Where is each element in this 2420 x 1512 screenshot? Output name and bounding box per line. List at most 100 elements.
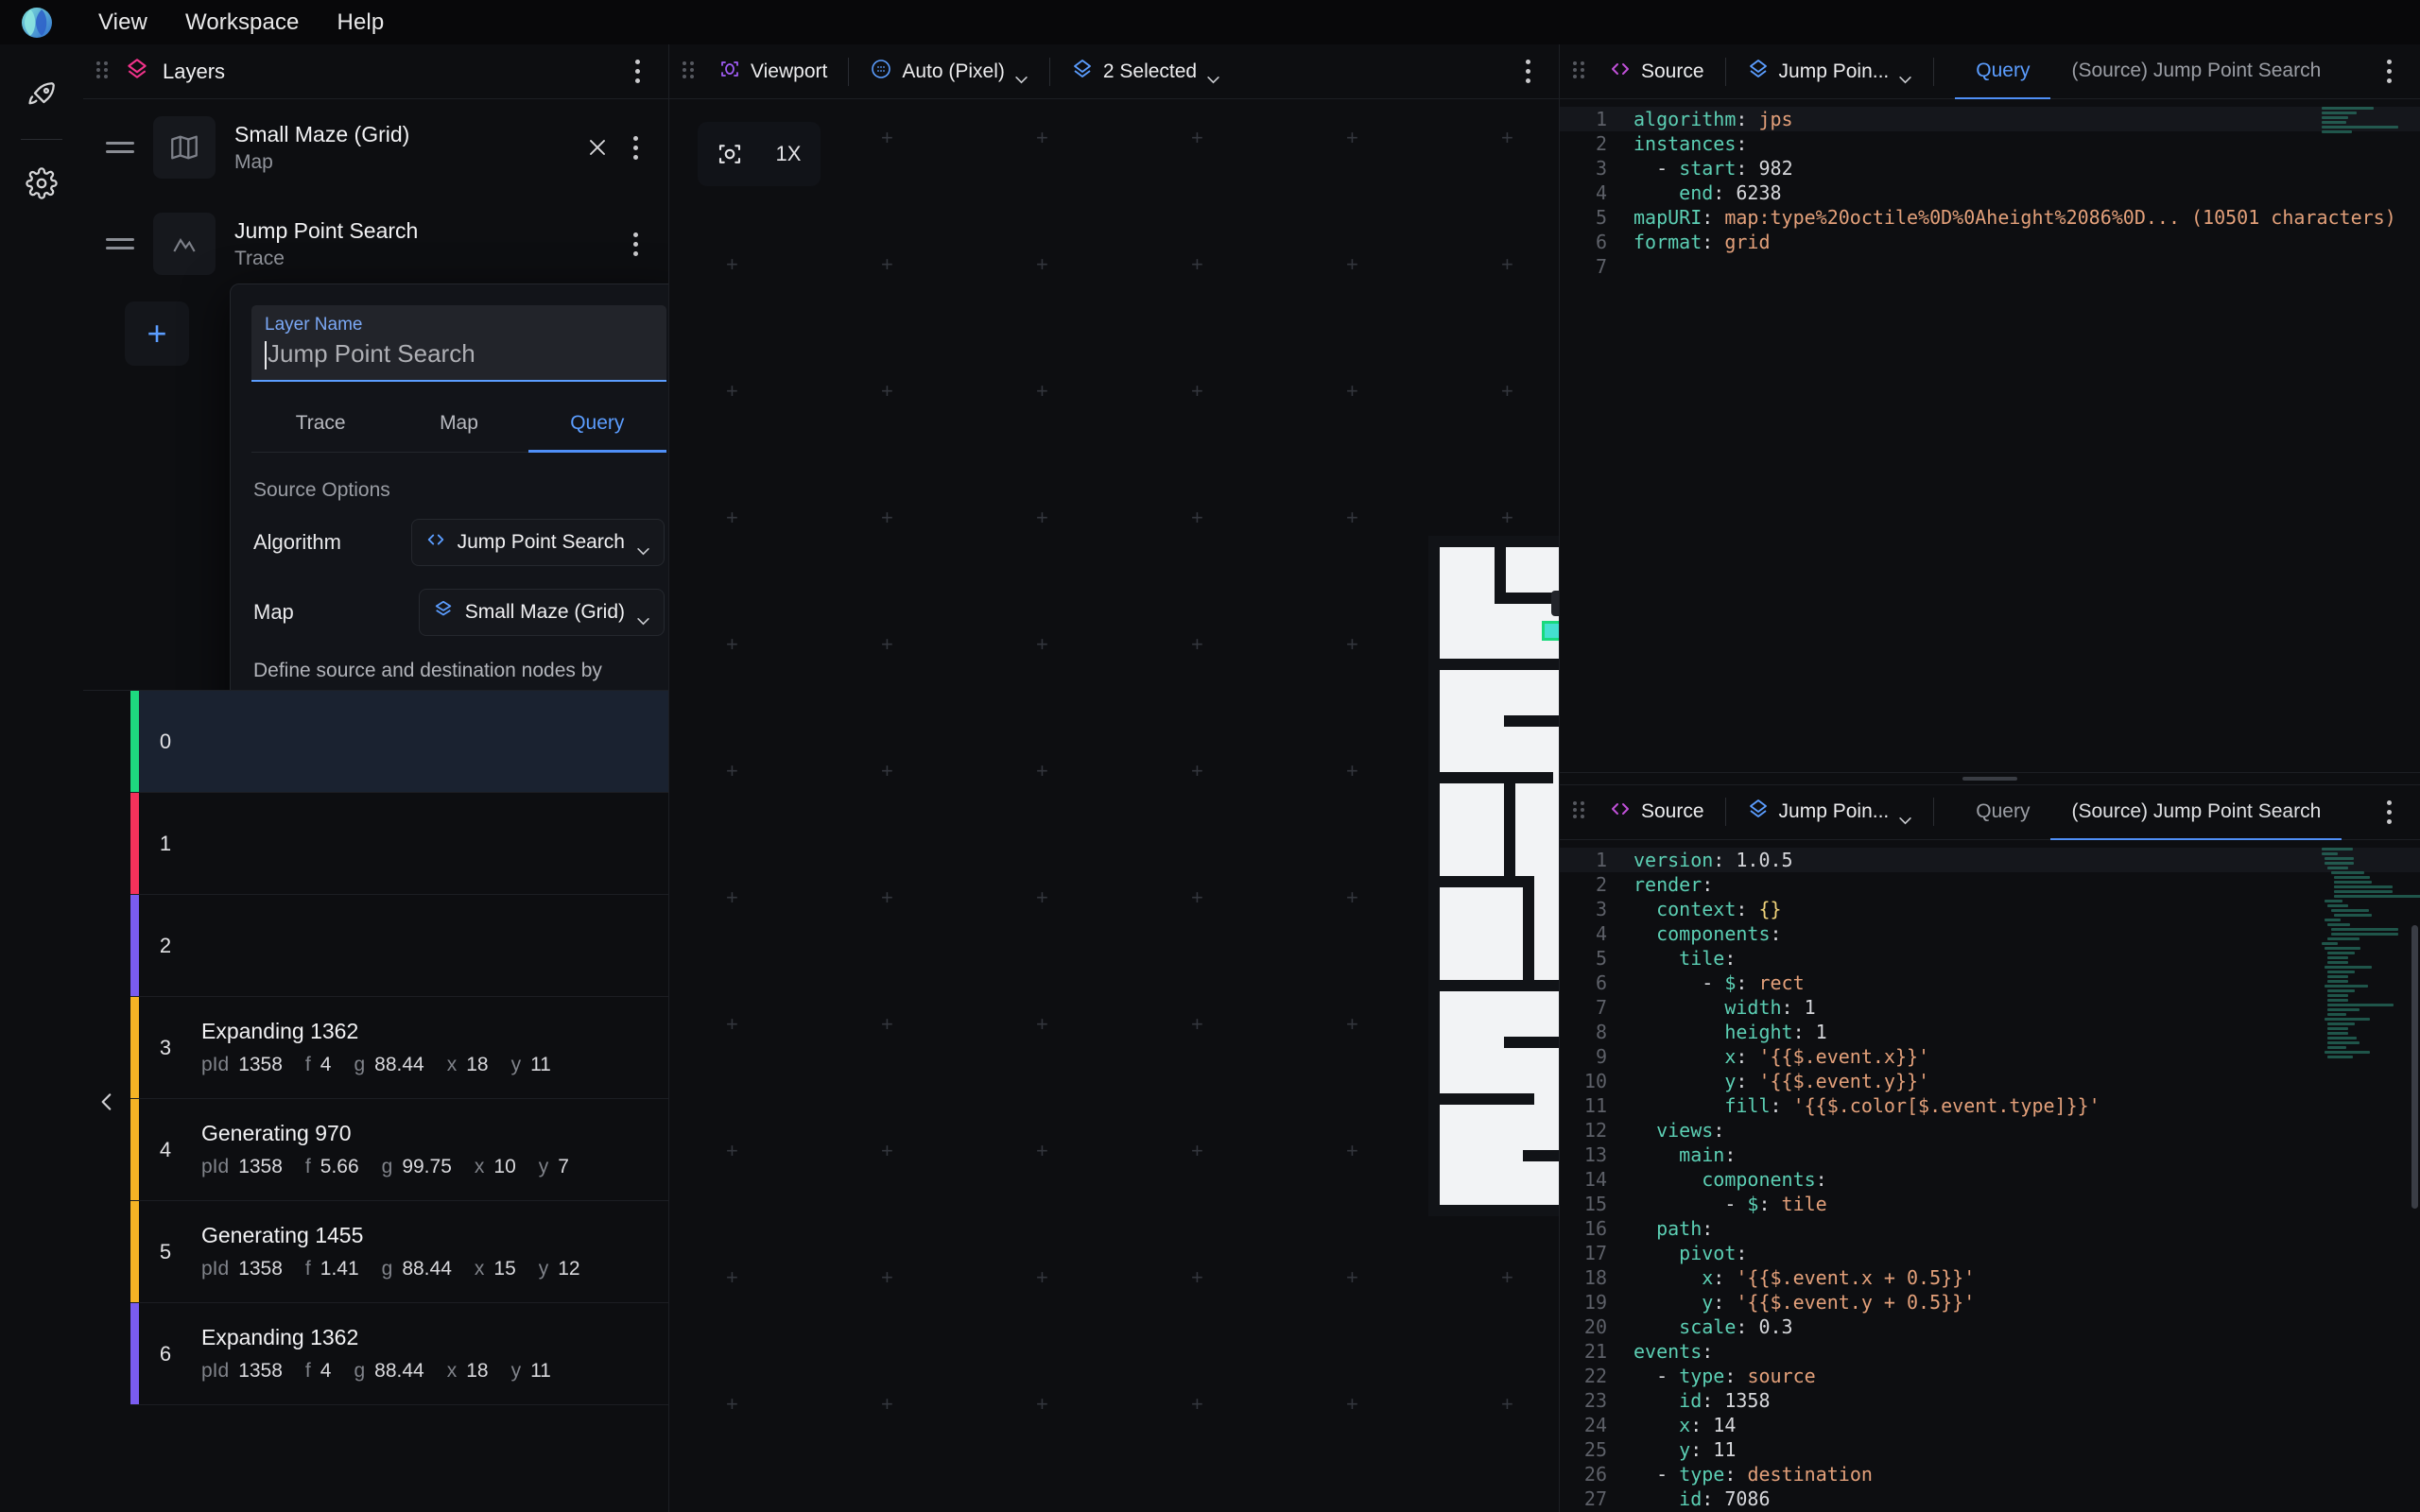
drag-grip-icon[interactable] xyxy=(683,60,698,82)
code-text: mapURI: map:type%20octile%0D%0Aheight%20… xyxy=(1634,206,2396,229)
layer-item-trace[interactable]: Jump Point Search Trace xyxy=(83,196,668,292)
source-bottom-selector[interactable]: Jump Poin... xyxy=(1739,793,1921,831)
menu-workspace[interactable]: Workspace xyxy=(166,4,319,42)
more-vertical-icon[interactable] xyxy=(2375,797,2403,827)
chevron-down-icon xyxy=(636,539,650,555)
code-text: y: '{{$.event.y}}' xyxy=(1724,1069,1930,1092)
trace-color-bar xyxy=(130,997,139,1098)
algorithm-select[interactable]: Jump Point Search xyxy=(410,519,665,566)
grid-dot: + xyxy=(881,885,893,909)
layer-item-map[interactable]: Small Maze (Grid) Map xyxy=(83,99,668,196)
chevron-left-icon[interactable] xyxy=(83,691,130,1512)
code-line: 14 components: xyxy=(1560,1167,2420,1192)
drag-grip-icon[interactable] xyxy=(96,60,112,82)
line-number: 16 xyxy=(1583,1216,1607,1240)
layer-type-label: Trace xyxy=(234,247,285,269)
grid-dot: + xyxy=(1346,632,1358,656)
line-number: 20 xyxy=(1583,1314,1607,1338)
maze-render[interactable]: Source 1358 xyxy=(1428,536,1559,1216)
menu-help[interactable]: Help xyxy=(319,4,404,42)
app-logo-icon[interactable] xyxy=(21,7,53,39)
code-text: pivot: xyxy=(1679,1241,1748,1264)
popup-tab-query[interactable]: Query xyxy=(527,400,666,453)
trace-index: 3 xyxy=(159,1035,172,1059)
selection-select[interactable]: 2 Selected xyxy=(1063,53,1228,91)
panel-splitter[interactable] xyxy=(1560,771,2420,785)
grid-dot: + xyxy=(1191,126,1203,149)
grid-dot: + xyxy=(726,1392,738,1416)
line-number: 3 xyxy=(1595,157,1607,180)
pixel-mode-select[interactable]: Auto (Pixel) xyxy=(862,53,1036,91)
line-number: 5 xyxy=(1595,946,1607,970)
source-node-marker[interactable] xyxy=(1542,621,1559,641)
trace-content: Expanding 1362 pId 1358 f 4 g 88.44 x 18 y 11 xyxy=(192,997,668,1098)
trace-list[interactable]: 0 1 2 3 Expanding 1362 pId 1358 f 4 g 88.44 x 18 y 11 4… xyxy=(130,691,668,1512)
rocket-icon[interactable] xyxy=(15,69,68,122)
layers-panel-header: Layers xyxy=(83,44,668,99)
grid-dot: + xyxy=(1191,759,1203,782)
source-top-title: Source xyxy=(1641,60,1704,82)
source-top-selector[interactable]: Jump Poin... xyxy=(1739,53,1921,91)
grid-dot: + xyxy=(1501,1392,1513,1416)
trace-list-item[interactable]: 3 Expanding 1362 pId 1358 f 4 g 88.44 x 18 y 11 xyxy=(130,997,668,1099)
grid-dot: + xyxy=(1191,1265,1203,1289)
more-vertical-icon[interactable] xyxy=(621,132,649,163)
trace-list-item[interactable]: 6 Expanding 1362 pId 1358 f 4 g 88.44 x 18 y 11 xyxy=(130,1303,668,1405)
more-vertical-icon[interactable] xyxy=(623,57,651,87)
code-text: version: 1.0.5 xyxy=(1634,848,1793,871)
layer-name-field[interactable]: Layer Name Jump Point Search xyxy=(251,305,666,382)
maze-wall xyxy=(1523,876,1534,980)
right-column: Source Jump Poin... Query (Source) Jump … xyxy=(1560,44,2420,1512)
grid-dot: + xyxy=(726,506,738,529)
trace-list-item[interactable]: 5 Generating 1455 pId 1358 f 1.41 g 88.44 x 15 y 12 xyxy=(130,1201,668,1303)
trace-list-item[interactable]: 1 xyxy=(130,793,668,895)
trace-index: 5 xyxy=(159,1239,172,1263)
header-divider xyxy=(1048,57,1050,86)
code-brackets-icon xyxy=(425,529,446,556)
tab-query[interactable]: Query xyxy=(1955,785,2050,841)
more-vertical-icon[interactable] xyxy=(1513,57,1542,87)
grid-dot: + xyxy=(1501,506,1513,529)
trace-list-item[interactable]: 4 Generating 970 pId 1358 f 5.66 g 99.75 x 10 y 7 xyxy=(130,1099,668,1201)
drag-grip-icon[interactable] xyxy=(1573,801,1588,822)
source-bottom-code[interactable]: 1 version: 1.0.5 2 render: 3 context: {} 4 co… xyxy=(1560,839,2420,1512)
add-layer-button[interactable]: + xyxy=(125,301,189,366)
code-text: x: '{{$.event.x}}' xyxy=(1724,1044,1930,1068)
source-top-code[interactable]: 1 algorithm: jps 2 instances: 3 - start: 982… xyxy=(1560,99,2420,772)
menu-view[interactable]: View xyxy=(79,4,166,42)
code-text: x: '{{$.event.x + 0.5}}' xyxy=(1702,1265,1976,1289)
close-icon[interactable] xyxy=(578,128,617,167)
code-line: 6 - $: rect xyxy=(1560,971,2420,995)
zoom-level-button[interactable]: 1X xyxy=(761,127,816,181)
code-scrollbar[interactable] xyxy=(2411,924,2418,1209)
tab-source-jump-point-search[interactable]: (Source) Jump Point Search xyxy=(2050,785,2342,841)
grid-dot: + xyxy=(726,759,738,782)
code-text: components: xyxy=(1656,921,1782,945)
code-brackets-icon xyxy=(1609,798,1632,826)
grid-dot: + xyxy=(881,126,893,149)
code-line: 10 y: '{{$.event.y}}' xyxy=(1560,1069,2420,1093)
menubar: View Workspace Help xyxy=(0,0,2420,44)
source-top-selector-value: Jump Poin... xyxy=(1778,60,1890,82)
grid-dot: + xyxy=(1346,1392,1358,1416)
layer-drag-handle-icon[interactable] xyxy=(106,238,134,249)
layer-drag-handle-icon[interactable] xyxy=(106,142,134,153)
popup-tab-map[interactable]: Map xyxy=(389,400,527,453)
trace-content: Expanding 1362 pId 1358 f 4 g 88.44 x 18 y 11 xyxy=(192,1303,668,1404)
gear-icon[interactable] xyxy=(15,157,68,210)
focus-target-icon[interactable] xyxy=(702,127,757,181)
layer-name-input[interactable]: Jump Point Search xyxy=(265,339,653,369)
popup-tab-trace[interactable]: Trace xyxy=(251,400,389,453)
drag-grip-icon[interactable] xyxy=(1573,60,1588,82)
grid-dot: + xyxy=(1191,1139,1203,1162)
trace-list-item[interactable]: 2 xyxy=(130,895,668,997)
viewport-canvas[interactable]: + + + + + + + + + + + + + + + + + + + + + + + + + + + + + + + + + + + + + + + +… xyxy=(669,99,1559,1512)
tab-source-jump-point-search[interactable]: (Source) Jump Point Search xyxy=(2050,44,2342,100)
grid-dot: + xyxy=(1501,379,1513,403)
more-vertical-icon[interactable] xyxy=(621,229,649,259)
map-select[interactable]: Small Maze (Grid) xyxy=(418,589,665,636)
more-vertical-icon[interactable] xyxy=(2375,57,2403,87)
line-number: 7 xyxy=(1595,995,1607,1019)
trace-list-item[interactable]: 0 xyxy=(130,691,668,793)
tab-query[interactable]: Query xyxy=(1955,44,2051,100)
